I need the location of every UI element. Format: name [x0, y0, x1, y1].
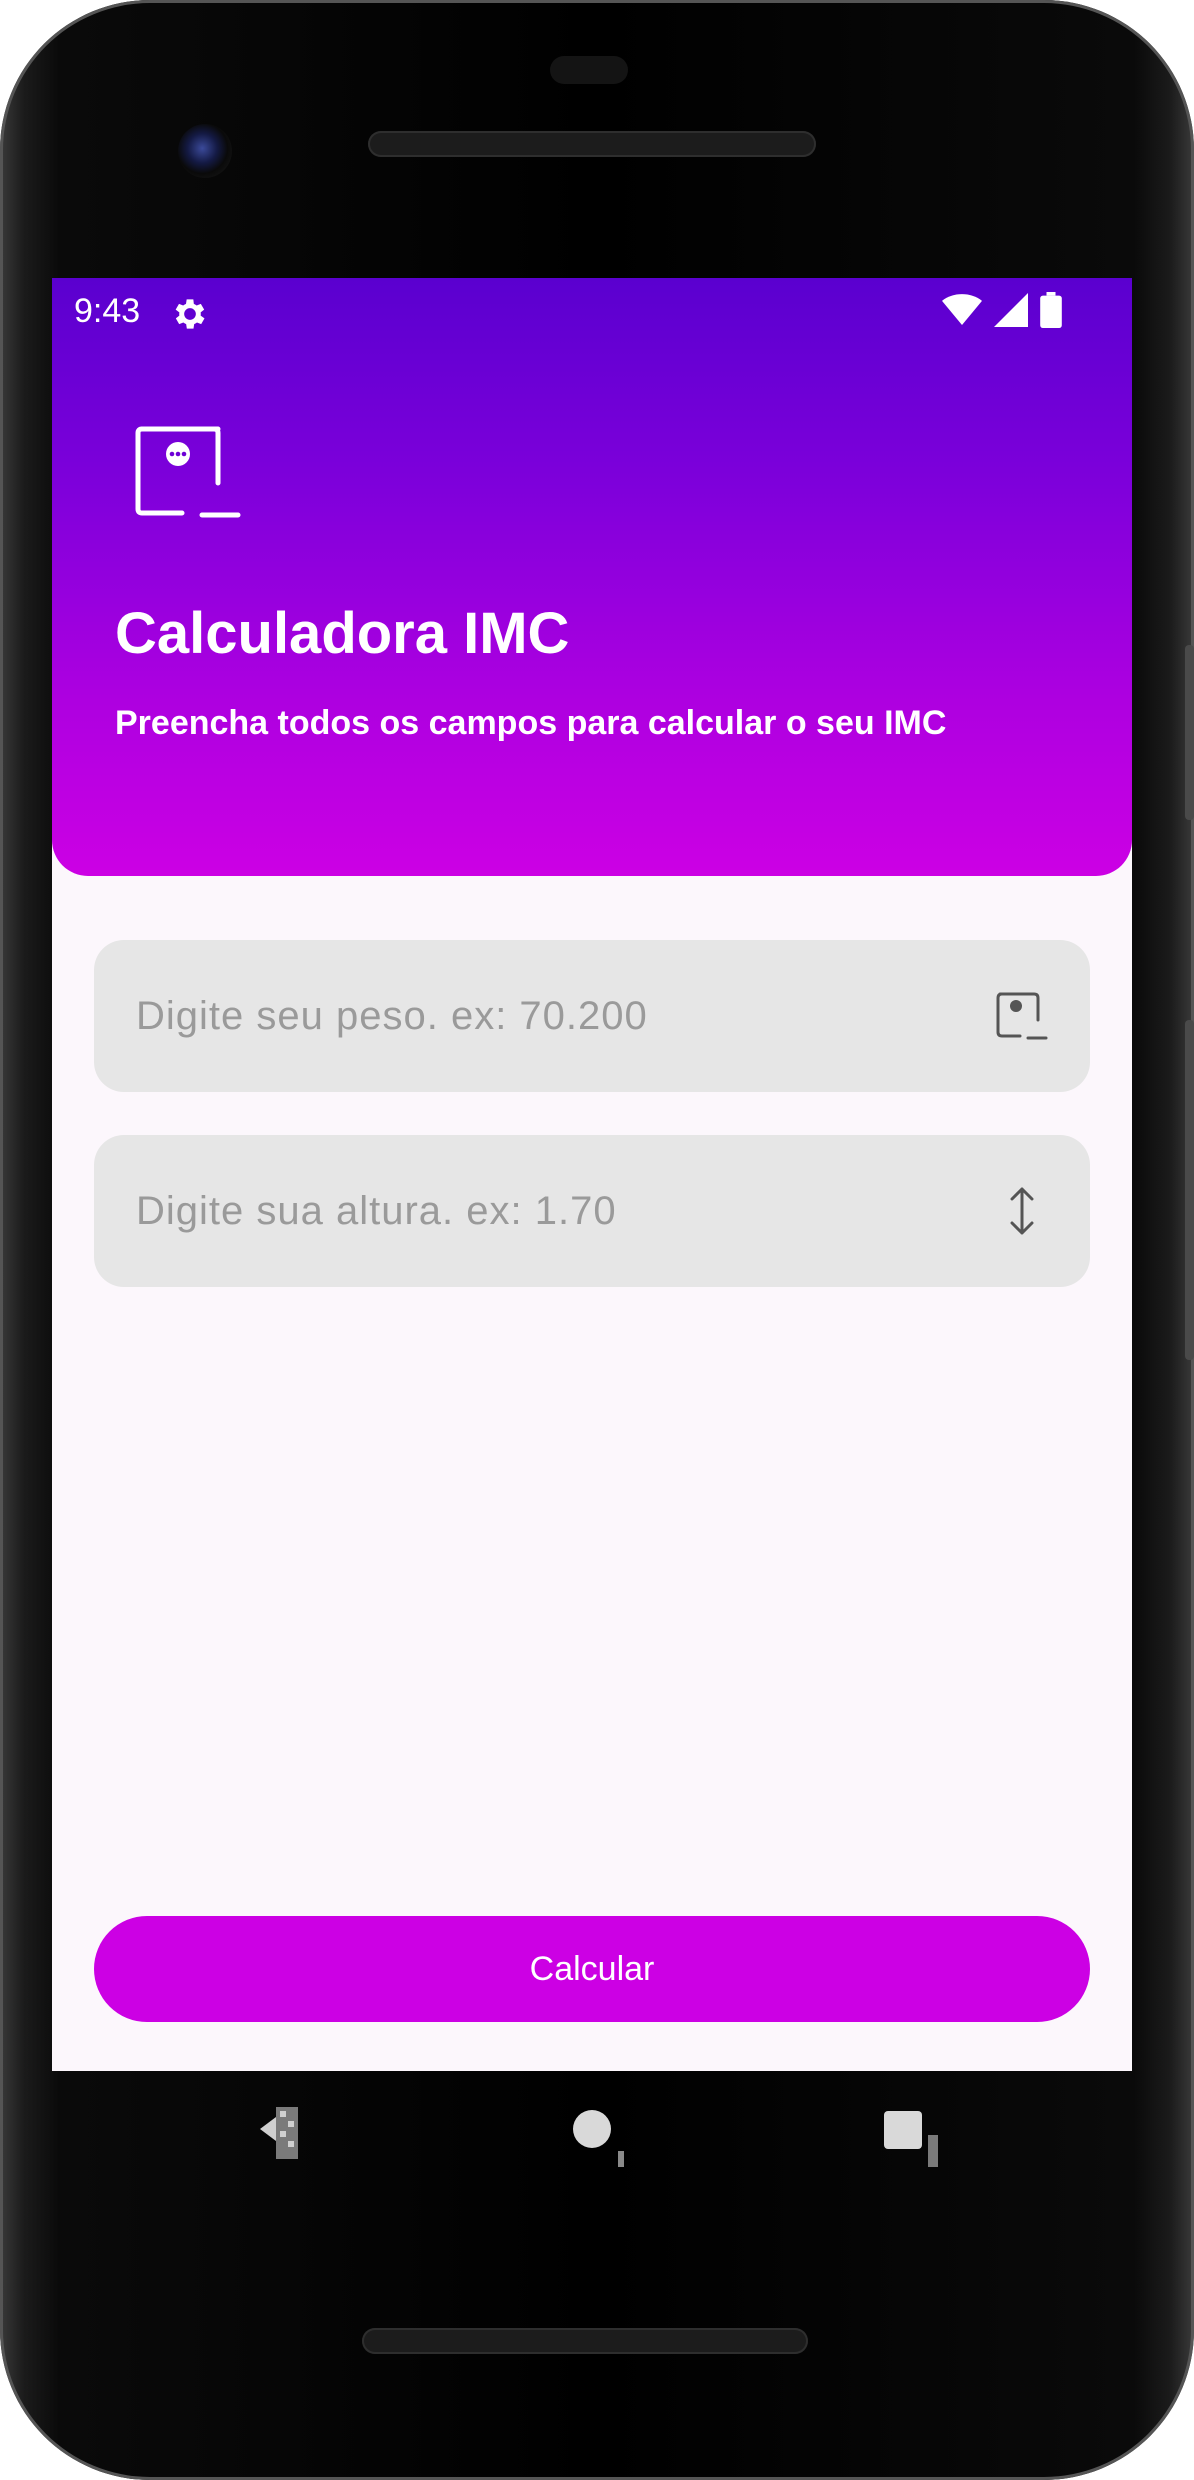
home-icon[interactable]	[570, 2099, 630, 2174]
weight-field	[94, 940, 1090, 1092]
proximity-sensor	[550, 56, 628, 84]
phone-frame: 9:43 Calculadora IMC Preencha todos os c…	[0, 0, 1194, 2480]
height-field	[94, 1135, 1090, 1287]
page-title: Calculadora IMC	[115, 601, 570, 666]
height-input[interactable]	[94, 1135, 1006, 1287]
front-camera	[178, 124, 232, 178]
calculate-button[interactable]: Calcular	[94, 1916, 1090, 2022]
status-time: 9:43	[74, 292, 141, 330]
app-screen: 9:43 Calculadora IMC Preencha todos os c…	[52, 278, 1132, 2071]
bottom-speaker	[362, 2328, 808, 2354]
system-navigation-bar	[52, 2071, 1132, 2201]
power-button	[1185, 645, 1194, 820]
header-banner: 9:43 Calculadora IMC Preencha todos os c…	[52, 278, 1132, 876]
recents-icon[interactable]	[880, 2099, 944, 2174]
wifi-icon	[942, 293, 982, 332]
battery-icon	[1040, 291, 1062, 333]
status-icons	[942, 291, 1062, 333]
vertical-arrows-icon	[994, 1185, 1050, 1237]
page-subtitle: Preencha todos os campos para calcular o…	[115, 704, 947, 742]
weight-scale-icon	[994, 990, 1050, 1042]
status-bar: 9:43	[52, 278, 1132, 358]
earpiece-speaker	[368, 131, 816, 157]
weight-input[interactable]	[94, 940, 1006, 1092]
settings-gear-icon	[170, 294, 210, 334]
signal-icon	[994, 292, 1028, 332]
volume-button	[1185, 1020, 1194, 1360]
back-icon[interactable]	[254, 2099, 304, 2164]
weight-scale-icon	[132, 423, 242, 523]
